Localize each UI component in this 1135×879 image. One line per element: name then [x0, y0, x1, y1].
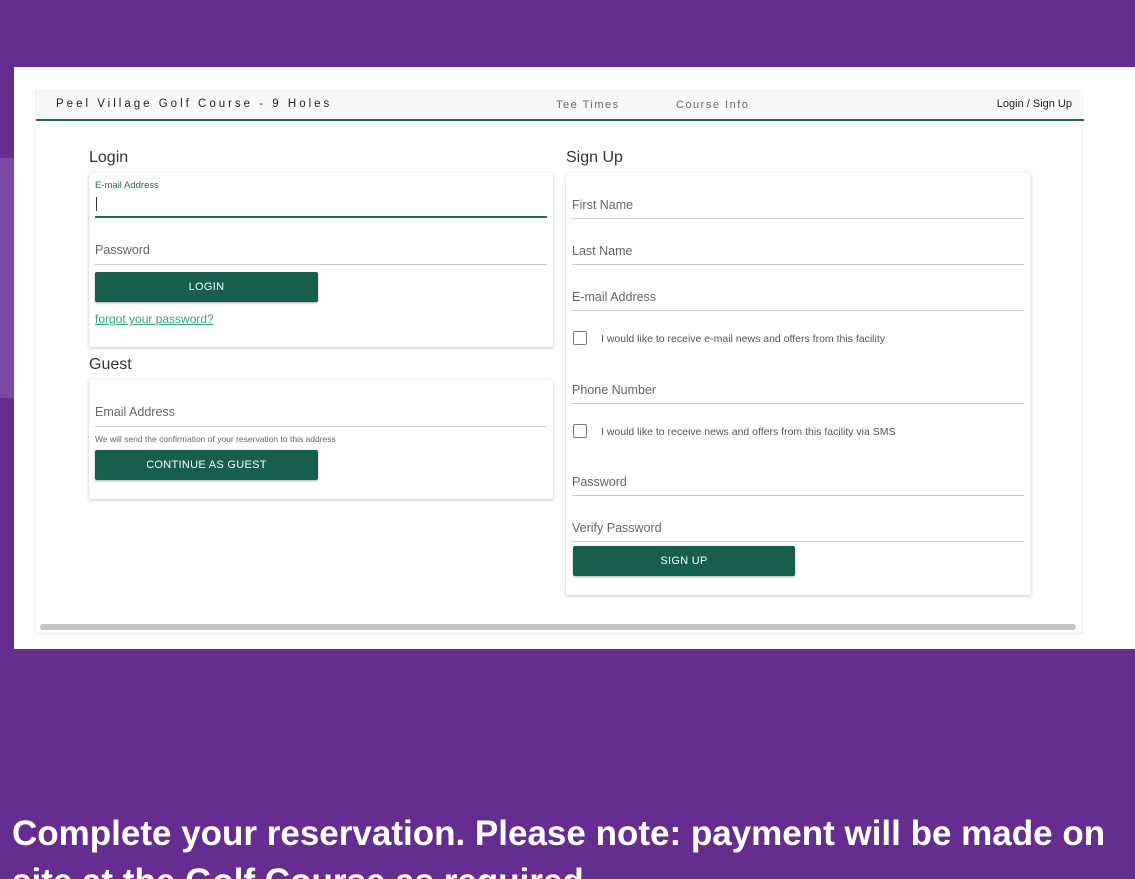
- booking-page: Peel Village Golf Course - 9 Holes Tee T…: [35, 89, 1084, 634]
- instruction-caption: Complete your reservation. Please note: …: [12, 814, 1106, 879]
- login-email-underline: [95, 216, 547, 218]
- signup-email-label: E-mail Address: [572, 290, 657, 304]
- login-card: E-mail Address Password LOGIN forgot you…: [89, 173, 553, 347]
- sms-optin-label: I would like to receive news and offers …: [601, 426, 896, 438]
- nav-course-info[interactable]: Course Info: [676, 99, 749, 111]
- first-name-field[interactable]: First Name: [572, 189, 1024, 219]
- signup-password-label: Password: [572, 475, 627, 489]
- last-name-field[interactable]: Last Name: [572, 235, 1024, 265]
- phone-number-underline: [572, 403, 1024, 404]
- nav-tee-times[interactable]: Tee Times: [556, 99, 620, 111]
- phone-number-field[interactable]: Phone Number: [572, 374, 1024, 404]
- sign-up-button[interactable]: SIGN UP: [573, 546, 795, 576]
- top-navigation-bar: Peel Village Golf Course - 9 Holes Tee T…: [36, 89, 1084, 121]
- nav-login-signup[interactable]: Login / Sign Up: [997, 98, 1072, 110]
- signup-password-field[interactable]: Password: [572, 466, 1024, 496]
- login-button[interactable]: LOGIN: [95, 272, 318, 302]
- signup-password-underline: [572, 495, 1024, 496]
- horizontal-scrollbar[interactable]: [40, 624, 1076, 630]
- email-optin-checkbox[interactable]: [573, 331, 587, 345]
- signup-card: First Name Last Name E-mail Address I wo…: [566, 173, 1031, 595]
- signup-email-underline: [572, 310, 1024, 311]
- guest-email-underline: [95, 426, 547, 427]
- screenshot-frame: Peel Village Golf Course - 9 Holes Tee T…: [14, 67, 1135, 649]
- phone-number-label: Phone Number: [572, 383, 657, 397]
- guest-card: Email Address We will send the confirmat…: [89, 380, 553, 499]
- guest-title: Guest: [89, 356, 132, 373]
- login-email-input[interactable]: [95, 195, 547, 213]
- guest-email-label: Email Address: [95, 405, 175, 419]
- signup-title: Sign Up: [566, 149, 623, 166]
- sms-optin-checkbox[interactable]: [573, 424, 587, 438]
- verify-password-field[interactable]: Verify Password: [572, 512, 1024, 542]
- course-brand[interactable]: Peel Village Golf Course - 9 Holes: [56, 98, 332, 110]
- continue-as-guest-button[interactable]: CONTINUE AS GUEST: [95, 450, 318, 480]
- first-name-underline: [572, 218, 1024, 219]
- guest-email-field[interactable]: Email Address: [95, 397, 547, 427]
- signup-email-field[interactable]: E-mail Address: [572, 281, 1024, 311]
- login-email-field[interactable]: E-mail Address: [95, 180, 547, 218]
- login-title: Login: [89, 149, 129, 166]
- first-name-label: First Name: [572, 198, 634, 212]
- login-password-underline: [95, 264, 547, 265]
- guest-email-hint: We will send the confirmation of your re…: [95, 434, 336, 444]
- login-email-label: E-mail Address: [95, 180, 159, 191]
- verify-password-label: Verify Password: [572, 521, 662, 535]
- login-password-label: Password: [95, 243, 150, 257]
- login-password-field[interactable]: Password: [95, 233, 547, 265]
- last-name-underline: [572, 264, 1024, 265]
- forgot-password-link[interactable]: forgot your password?: [95, 312, 214, 326]
- last-name-label: Last Name: [572, 244, 633, 258]
- verify-password-underline: [572, 541, 1024, 542]
- email-optin-label: I would like to receive e-mail news and …: [601, 333, 886, 345]
